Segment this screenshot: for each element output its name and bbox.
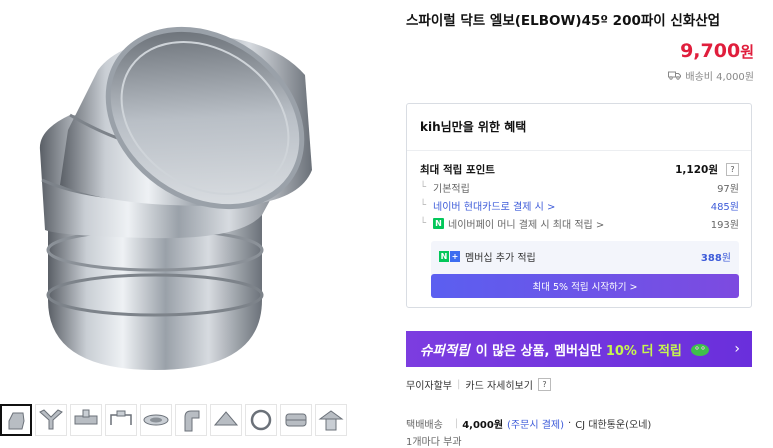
naver-plus-icon: N +: [439, 251, 460, 262]
shipping-fee-label: 배송비 4,000원: [685, 72, 754, 83]
banner-text: 이 많은 상품, 멤버십만: [475, 343, 602, 359]
product-gallery: [0, 0, 392, 447]
price-unit: 원: [740, 43, 754, 61]
help-icon[interactable]: ?: [537, 378, 551, 391]
npay-points-row: └ N 네이버페이 머니 결제 시 최대 적립 > 193원: [420, 216, 739, 231]
membership-start-button[interactable]: 최대 5% 적립 시작하기 >: [431, 274, 739, 298]
max-points-label: 최대 적립 포인트: [420, 164, 495, 176]
branch-icon: └: [420, 200, 427, 211]
thumbnail-saddle[interactable]: [105, 404, 137, 436]
membership-label: 멤버십 추가 적립: [465, 253, 536, 264]
membership-value: 388: [700, 253, 722, 264]
product-title: 스파이럴 닥트 엘보(ELBOW)45º 200파이 신화산업: [406, 13, 721, 29]
thumbnail-elbow-45[interactable]: [0, 404, 32, 436]
basic-points-row: └ 기본적립 97원: [420, 180, 739, 195]
benefit-box: kih님만을 위한 혜택 최대 적립 포인트 1,120원? └ 기본적립 97원…: [406, 103, 752, 308]
membership-box: N + 멤버십 추가 적립 388원 최대 5% 적립 시작하기 >: [431, 241, 739, 298]
benefit-title: kih님만을 위한 혜택: [420, 120, 527, 134]
branch-icon: └: [420, 218, 427, 229]
card-points-row: └ 네이버 현대카드로 결제 시 > 485원: [420, 198, 739, 213]
membership-unit: 원: [721, 253, 731, 264]
npay-points-value: 193원: [710, 220, 739, 231]
membership-row: N + 멤버십 추가 적립 388원: [431, 249, 731, 264]
chevron-right-icon: ›: [734, 341, 740, 357]
mascot-icon: [690, 344, 709, 356]
banner-brand: 슈퍼적립: [420, 343, 470, 359]
separator: |: [454, 418, 459, 429]
help-icon[interactable]: ?: [726, 163, 739, 176]
npay-icon: N: [433, 218, 445, 229]
installment-row: 무이자할부 | 카드 자세히보기 ?: [406, 377, 551, 392]
truck-icon: [668, 71, 682, 80]
product-price: 9,700원: [680, 40, 754, 62]
npay-points-link[interactable]: 네이버페이 머니 결제 시 최대 적립 >: [448, 216, 604, 231]
max-points-row: 최대 적립 포인트 1,120원?: [420, 162, 739, 177]
delivery-label: 택배배송: [406, 420, 443, 431]
product-main-image[interactable]: [0, 0, 380, 398]
delivery-fee: 4,000원: [462, 420, 504, 431]
thumbnail-band[interactable]: [245, 404, 277, 436]
thumbnail-damper[interactable]: [280, 404, 312, 436]
per-item-note: 1개마다 부과: [406, 437, 462, 448]
delivery-row: 택배배송 | 4,000원 (주문시 결제) · CJ 대한통운(오네): [406, 416, 651, 431]
delivery-pay-type: (주문시 결제): [507, 420, 565, 431]
branch-icon: └: [420, 182, 427, 193]
thumbnail-reducer[interactable]: [140, 404, 172, 436]
shipping-fee: 배송비 4,000원: [668, 68, 754, 83]
thumbnail-y-branch[interactable]: [35, 404, 67, 436]
thumbnail-tee[interactable]: [70, 404, 102, 436]
thumbnail-elbow-90[interactable]: [175, 404, 207, 436]
dot-separator: ·: [568, 418, 572, 429]
basic-points-label: 기본적립: [433, 184, 470, 195]
thumbnail-cap[interactable]: [210, 404, 242, 436]
banner-highlight: 10% 더 적립: [605, 343, 682, 359]
basic-points-value: 97원: [717, 184, 739, 195]
delivery-carrier: CJ 대한통운(오네): [575, 420, 652, 431]
product-info: 스파이럴 닥트 엘보(ELBOW)45º 200파이 신화산업 9,700원 배…: [406, 0, 754, 448]
card-points-link[interactable]: 네이버 현대카드로 결제 시 >: [433, 198, 555, 213]
divider: [407, 150, 751, 151]
installment-label: 무이자할부: [406, 381, 452, 392]
price-value: 9,700: [680, 40, 741, 62]
thumbnail-strip: [0, 404, 347, 444]
max-points-value: 1,120원: [675, 164, 718, 176]
thumbnail-rain-cap[interactable]: [315, 404, 347, 436]
card-details-link[interactable]: 카드 자세히보기: [465, 377, 533, 392]
separator: |: [457, 379, 461, 390]
card-points-value: 485원: [710, 202, 739, 213]
super-points-banner[interactable]: 슈퍼적립 이 많은 상품, 멤버십만 10% 더 적립 ›: [406, 331, 752, 367]
